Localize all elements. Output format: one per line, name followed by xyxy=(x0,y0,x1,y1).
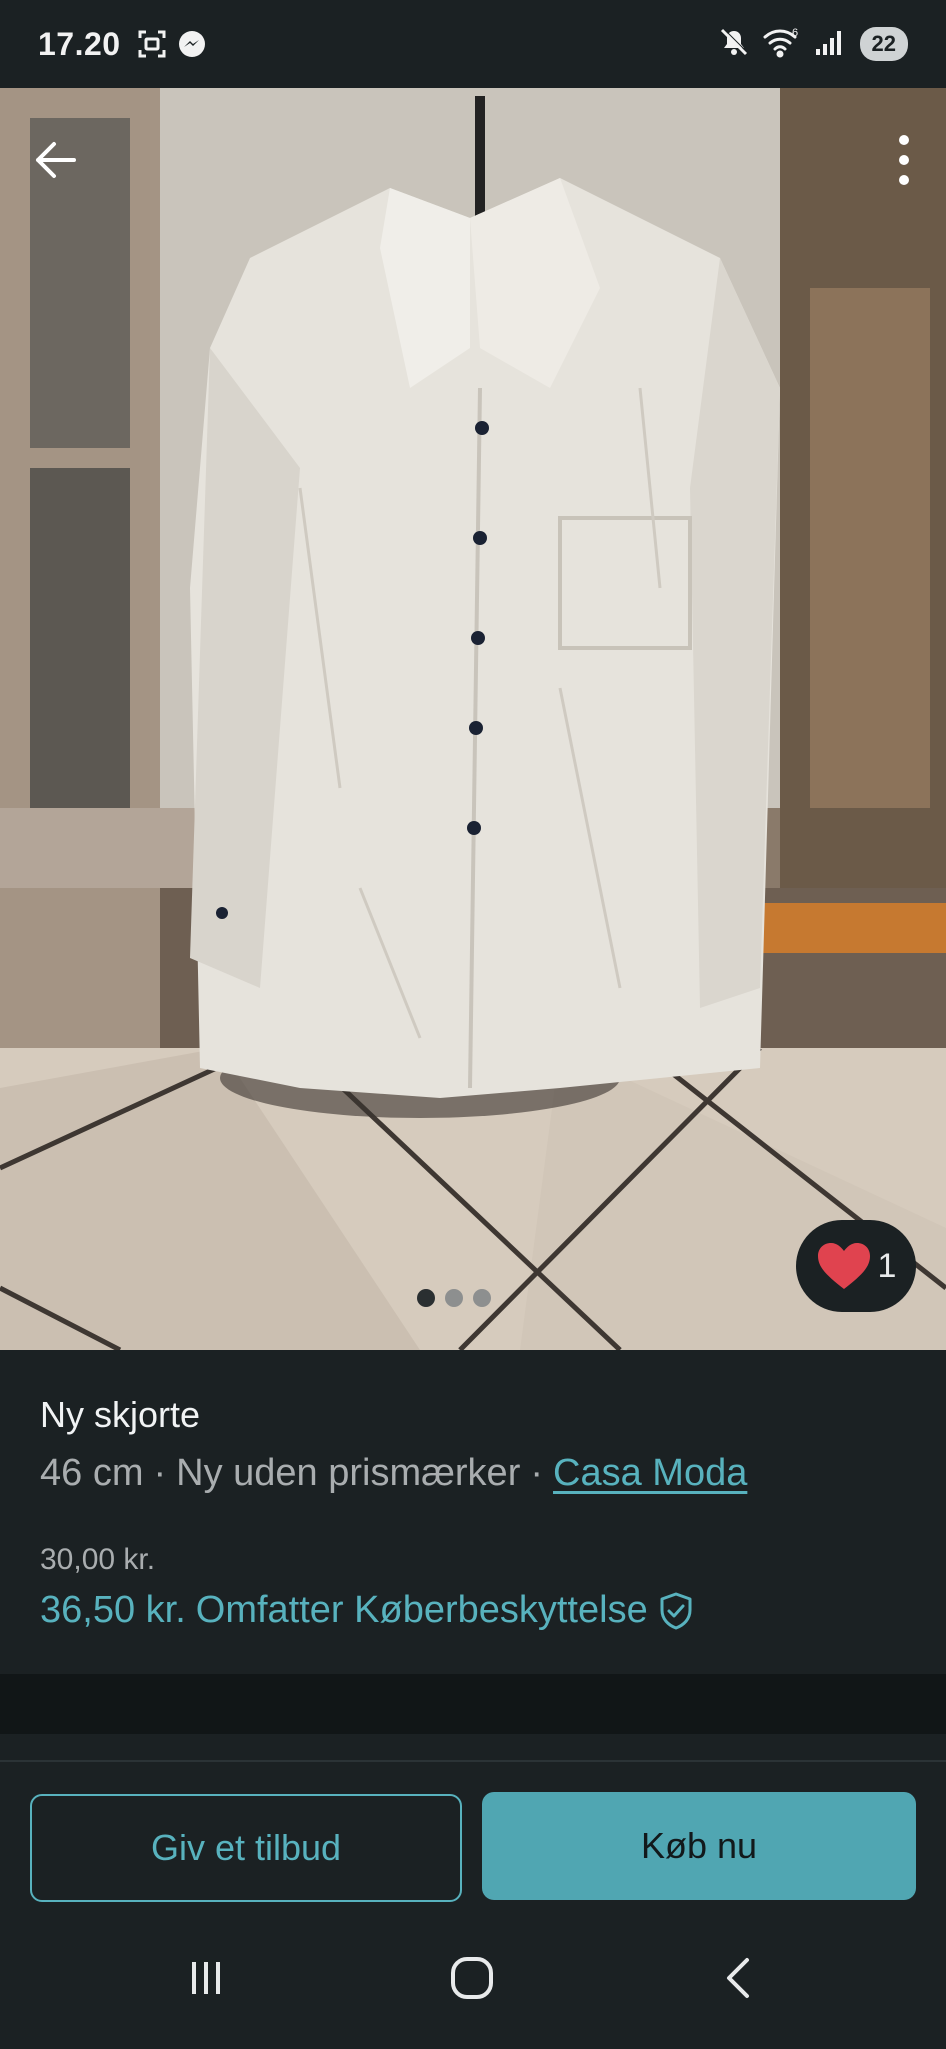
screenshot-icon xyxy=(137,29,167,59)
brand-link[interactable]: Casa Moda xyxy=(553,1452,747,1495)
item-meta: 46 cm · Ny uden prismærker · Casa Moda xyxy=(40,1452,906,1495)
make-offer-button[interactable]: Giv et tilbud xyxy=(30,1794,462,1902)
item-title: Ny skjorte xyxy=(40,1394,201,1435)
meta-separator: · xyxy=(153,1452,167,1494)
svg-text:6: 6 xyxy=(792,27,798,39)
meta-separator: · xyxy=(530,1452,544,1494)
mute-icon xyxy=(718,26,750,63)
status-right: 6 22 xyxy=(718,26,908,63)
item-size: 46 cm xyxy=(40,1452,144,1494)
home-icon xyxy=(451,1957,493,1999)
action-bar: Giv et tilbud Køb nu xyxy=(0,1762,946,1912)
chevron-left-icon xyxy=(727,1958,749,1998)
recent-apps-button[interactable] xyxy=(166,1942,246,2014)
item-condition: Ny uden prismærker xyxy=(176,1452,521,1494)
back-button[interactable] xyxy=(28,132,84,188)
favorite-button[interactable]: 1 xyxy=(796,1220,916,1312)
battery-icon: 22 xyxy=(859,27,908,61)
section-gap xyxy=(0,1674,946,1734)
arrow-left-icon xyxy=(36,142,76,178)
total-price-row[interactable]: 36,50 kr. Omfatter Køberbeskyttelse xyxy=(40,1589,906,1632)
more-vertical-icon xyxy=(899,135,909,185)
shirt-photo-image xyxy=(0,88,946,1350)
product-photo[interactable]: 1 xyxy=(0,88,946,1350)
buy-now-button[interactable]: Køb nu xyxy=(482,1792,916,1900)
gallery-dot[interactable] xyxy=(473,1289,491,1307)
more-options-button[interactable] xyxy=(884,128,924,192)
status-time: 17.20 xyxy=(38,25,121,62)
gallery-dot[interactable] xyxy=(445,1289,463,1307)
system-nav-bar xyxy=(0,1912,946,2049)
home-button[interactable] xyxy=(432,1942,512,2014)
total-price: 36,50 kr. xyxy=(40,1589,186,1631)
wifi-icon: 6 xyxy=(762,26,802,63)
heart-icon xyxy=(817,1243,870,1289)
recent-apps-icon xyxy=(192,1962,220,1994)
item-details: Ny skjorte 46 cm · Ny uden prismærker · … xyxy=(0,1350,946,1674)
signal-icon xyxy=(814,27,844,62)
nav-back-button[interactable] xyxy=(698,1942,778,2014)
item-price: 30,00 kr. xyxy=(40,1543,156,1576)
gallery-dot[interactable] xyxy=(417,1289,435,1307)
status-bar: 17.20 6 22 xyxy=(0,0,946,88)
messenger-icon xyxy=(177,29,207,59)
shield-check-icon[interactable] xyxy=(658,1591,694,1631)
buyer-protection-label[interactable]: Omfatter Køberbeskyttelse xyxy=(196,1589,648,1632)
favorite-count: 1 xyxy=(877,1246,897,1285)
